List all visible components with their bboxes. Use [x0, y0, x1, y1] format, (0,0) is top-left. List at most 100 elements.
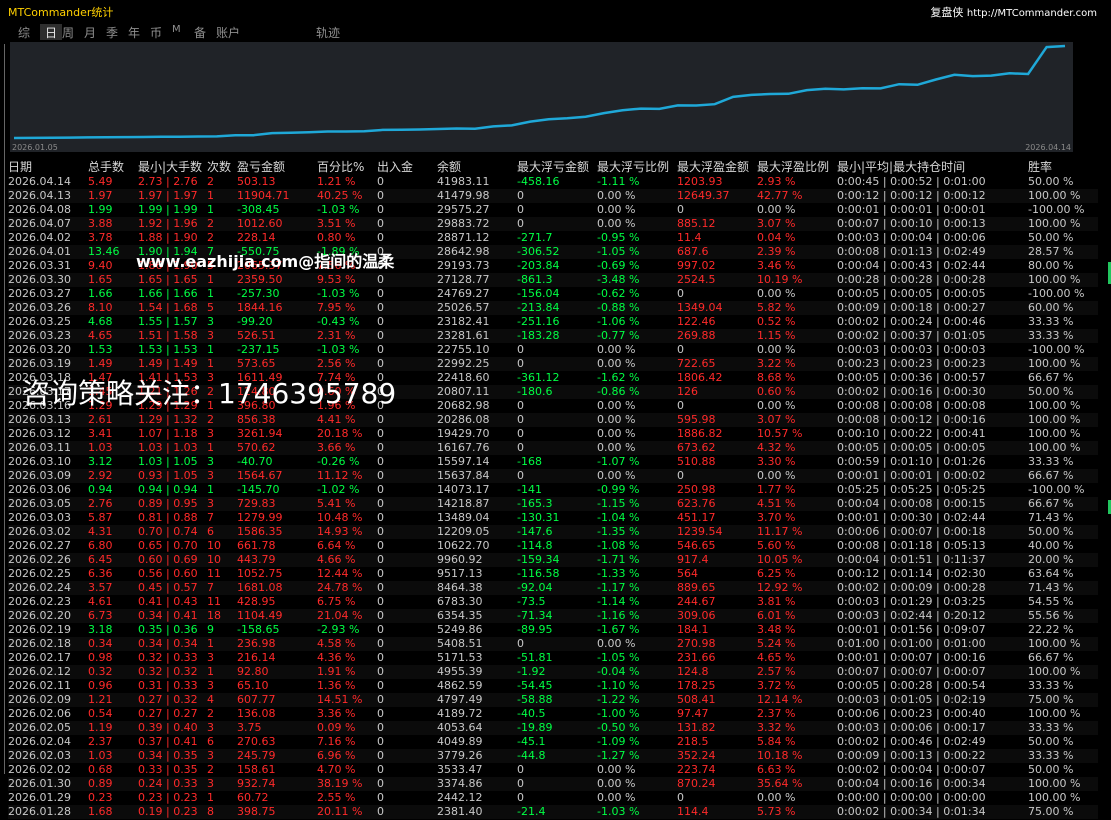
column-header[interactable]: 最大浮盈比例: [757, 158, 837, 175]
table-row[interactable]: 2026.01.28 1.68 0.19 | 0.23 8 398.75 20.11 % 0…: [8, 805, 1098, 819]
column-header[interactable]: 次数: [207, 158, 237, 175]
table-row[interactable]: 2026.02.09 1.21 0.27 | 0.32 4 607.77 14.51 % 0…: [8, 693, 1098, 707]
tab-account[interactable]: 账户: [216, 24, 276, 40]
brand-url[interactable]: http://MTCommander.com: [967, 8, 1097, 19]
table-cell: 250.98: [677, 483, 716, 496]
table-row[interactable]: 2026.02.05 1.19 0.39 | 0.40 3 3.75 0.09 % 0 405…: [8, 721, 1098, 735]
table-cell: 18: [207, 609, 237, 623]
table-row[interactable]: 2026.03.06 0.94 0.94 | 0.94 1 -145.70 -1.02 %…: [8, 483, 1098, 497]
table-cell: -1.02 %: [317, 483, 360, 496]
table-row[interactable]: 2026.02.24 3.57 0.45 | 0.57 7 1681.08 24.78 %…: [8, 581, 1098, 595]
table-row[interactable]: 2026.03.02 4.31 0.70 | 0.74 6 1586.35 14.93 %…: [8, 525, 1098, 539]
table-row[interactable]: 2026.02.17 0.98 0.32 | 0.33 3 216.14 4.36 % 0 5…: [8, 651, 1098, 665]
table-cell: 270.63: [237, 735, 276, 748]
table-cell: 3.41: [88, 427, 113, 440]
tab-day[interactable]: 日: [40, 24, 62, 40]
column-header[interactable]: 最大浮盈金额: [677, 158, 757, 175]
table-row[interactable]: 2026.02.26 6.45 0.60 | 0.69 10 443.79 4.66 % 0…: [8, 553, 1098, 567]
table-cell: 0.24 | 0.33: [138, 777, 207, 791]
brand-link[interactable]: 复盘侠 http://MTCommander.com: [930, 4, 1097, 20]
table-row[interactable]: 2026.03.19 1.49 1.49 | 1.49 1 573.65 2.56 % 0 2…: [8, 357, 1098, 371]
table-cell: 729.83: [237, 497, 317, 511]
table-row[interactable]: 2026.03.10 3.12 1.03 | 1.05 3 -40.70 -0.26 % 0…: [8, 455, 1098, 469]
table-row[interactable]: 2026.04.08 1.99 1.99 | 1.99 1 -308.45 -1.03 %…: [8, 203, 1098, 217]
table-row[interactable]: 2026.02.20 6.73 0.34 | 0.41 18 1104.49 21.04 …: [8, 609, 1098, 623]
table-row[interactable]: 2026.03.25 4.68 1.55 | 1.57 3 -99.20 -0.43 % 0…: [8, 315, 1098, 329]
table-row[interactable]: 2026.02.25 6.36 0.56 | 0.60 11 1052.75 12.44 …: [8, 567, 1098, 581]
table-cell: 2026.01.28: [8, 805, 88, 819]
table-cell: 124.8: [677, 665, 757, 679]
table-cell: 1844.16: [237, 301, 317, 315]
table-row[interactable]: 2026.03.30 1.65 1.65 | 1.65 1 2359.50 9.53 % 0…: [8, 273, 1098, 287]
table-cell: -0.88 %: [597, 301, 677, 315]
table-cell: 0:00:28 | 0:00:28 | 0:00:28: [837, 273, 1028, 287]
table-cell: 0.80 %: [317, 231, 356, 244]
table-row[interactable]: 2026.03.13 2.61 1.29 | 1.32 2 856.38 4.41 % 0 2…: [8, 413, 1098, 427]
table-row[interactable]: 2026.02.06 0.54 0.27 | 0.27 2 136.08 3.36 % 0 4…: [8, 707, 1098, 721]
table-row[interactable]: 2026.04.02 3.78 1.88 | 1.90 2 228.14 0.80 % 0 2…: [8, 231, 1098, 245]
column-header[interactable]: 最大浮亏比例: [597, 158, 677, 175]
table-row[interactable]: 2026.04.07 3.88 1.92 | 1.96 2 1012.60 3.51 % 0…: [8, 217, 1098, 231]
column-header[interactable]: 最小|平均|最大持仓时间: [837, 158, 1028, 175]
column-header[interactable]: 日期: [8, 158, 88, 175]
table-cell: 0.00 %: [597, 469, 677, 483]
table-row[interactable]: 2026.03.11 1.03 1.03 | 1.03 1 570.62 3.66 % 0 1…: [8, 441, 1098, 455]
tab-currency[interactable]: 币: [150, 24, 172, 40]
table-cell: 2026.02.27: [8, 539, 71, 552]
table-row[interactable]: 2026.02.12 0.32 0.32 | 0.32 1 92.80 1.91 % 0 49…: [8, 665, 1098, 679]
column-header[interactable]: 总手数: [88, 158, 138, 175]
chart-end-date: 2026.04.14: [1025, 143, 1071, 152]
table-cell: 1: [207, 203, 214, 216]
tab-notes[interactable]: 备: [194, 24, 216, 40]
column-header[interactable]: 最大浮亏金额: [517, 158, 597, 175]
table-row[interactable]: 2026.02.19 3.18 0.35 | 0.36 9 -158.65 -2.93 %…: [8, 623, 1098, 637]
table-row[interactable]: 2026.03.09 2.92 0.93 | 1.05 3 1564.67 11.12 %…: [8, 469, 1098, 483]
table-row[interactable]: 2026.04.13 1.97 1.97 | 1.97 1 11904.71 40.25 …: [8, 189, 1098, 203]
tab-month[interactable]: 月: [84, 24, 106, 40]
table-row[interactable]: 2026.02.03 1.03 0.34 | 0.35 3 245.79 6.96 % 0 3…: [8, 749, 1098, 763]
table-row[interactable]: 2026.03.23 4.65 1.51 | 1.58 3 526.51 2.31 % 0 2…: [8, 329, 1098, 343]
table-cell: 1.21: [88, 693, 138, 707]
table-row[interactable]: 2026.03.05 2.76 0.89 | 0.95 3 729.83 5.41 % 0 1…: [8, 497, 1098, 511]
table-row[interactable]: 2026.02.23 4.61 0.41 | 0.43 11 428.95 6.75 % 0…: [8, 595, 1098, 609]
tab-week[interactable]: 周: [62, 24, 84, 40]
column-header[interactable]: 盈亏金额: [237, 158, 317, 175]
table-cell: 0:00:01 | 0:00:01 | 0:00:01: [837, 203, 986, 216]
table-row[interactable]: 2026.03.12 3.41 1.07 | 1.18 3 3261.94 20.18 %…: [8, 427, 1098, 441]
tab-track[interactable]: 轨迹: [316, 24, 356, 40]
table-cell: 33.33 %: [1028, 329, 1098, 343]
equity-chart: 2026.01.05 2026.04.14: [10, 42, 1073, 152]
table-cell: 6.73: [88, 609, 138, 623]
table-cell: 184.1: [677, 623, 709, 636]
table-row[interactable]: 2026.02.27 6.80 0.65 | 0.70 10 661.78 6.64 % 0…: [8, 539, 1098, 553]
table-row[interactable]: 2026.03.27 1.66 1.66 | 1.66 1 -257.30 -1.03 %…: [8, 287, 1098, 301]
table-row[interactable]: 2026.03.03 5.87 0.81 | 0.88 7 1279.99 10.48 %…: [8, 511, 1098, 525]
column-header[interactable]: 出入金: [377, 158, 437, 175]
table-cell: 0.34 | 0.35: [138, 749, 207, 763]
table-row[interactable]: 2026.02.04 2.37 0.37 | 0.41 6 270.63 7.16 % 0 4…: [8, 735, 1098, 749]
table-cell: 20.11 %: [317, 805, 377, 819]
table-row[interactable]: 2026.03.26 8.10 1.54 | 1.68 5 1844.16 7.95 % 0…: [8, 301, 1098, 315]
table-row[interactable]: 2026.02.11 0.96 0.31 | 0.33 3 65.10 1.36 % 0 48…: [8, 679, 1098, 693]
tab-year[interactable]: 年: [128, 24, 150, 40]
column-header[interactable]: 最小|大手数: [138, 158, 207, 175]
table-cell: -1.03 %: [597, 805, 677, 819]
column-header[interactable]: 胜率: [1028, 158, 1098, 175]
brand-label: 复盘侠: [930, 6, 964, 19]
tab-quarter[interactable]: 季: [106, 24, 128, 40]
table-row[interactable]: 2026.01.30 0.89 0.24 | 0.33 3 932.74 38.19 % 0…: [8, 777, 1098, 791]
column-header[interactable]: 百分比%: [317, 158, 377, 175]
table-row[interactable]: 2026.04.14 5.49 2.73 | 2.76 2 503.13 1.21 % 0 4…: [8, 175, 1098, 189]
table-row[interactable]: 2026.02.02 0.68 0.33 | 0.35 2 158.61 4.70 % 0 3…: [8, 763, 1098, 777]
column-header[interactable]: 余额: [437, 158, 517, 175]
table-row[interactable]: 2026.03.20 1.53 1.53 | 1.53 1 -237.15 -1.03 %…: [8, 343, 1098, 357]
table-cell: 1349.04: [677, 301, 757, 315]
tab-summary[interactable]: 综: [18, 24, 40, 40]
table-cell: 50.00 %: [1028, 231, 1074, 244]
table-cell: 1.03 | 1.05: [138, 455, 198, 468]
table-cell: 0.94: [88, 483, 113, 496]
table-row[interactable]: 2026.01.29 0.23 0.23 | 0.23 1 60.72 2.55 % 0 24…: [8, 791, 1098, 805]
table-cell: 0.00 %: [597, 777, 677, 791]
tab-m[interactable]: M: [172, 24, 194, 40]
table-row[interactable]: 2026.02.18 0.34 0.34 | 0.34 1 236.98 4.58 % 0 5…: [8, 637, 1098, 651]
